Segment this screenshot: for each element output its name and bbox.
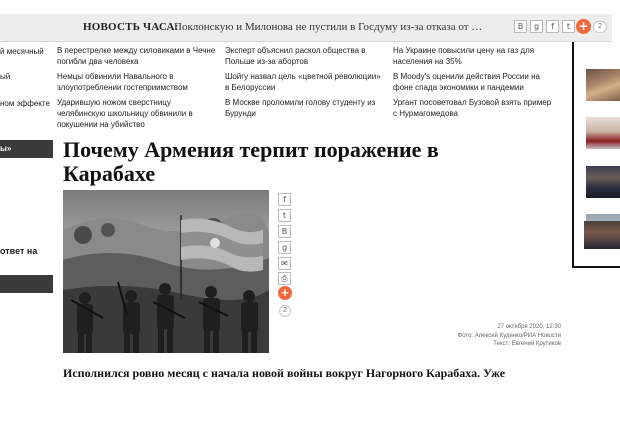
ok-share-icon[interactable]: g bbox=[278, 241, 291, 254]
share-count: 2 bbox=[593, 21, 607, 33]
sidebar-section-footer bbox=[0, 275, 53, 293]
ok-share-icon[interactable]: g bbox=[530, 20, 543, 33]
sidebar-section-header[interactable]: ы» bbox=[0, 140, 53, 158]
article-photo bbox=[63, 190, 269, 353]
article-title: Почему Армения терпит поражение в Караба… bbox=[63, 137, 439, 186]
twitter-share-icon[interactable]: t bbox=[562, 20, 575, 33]
text-credit: Текст: Евгений Крутиков bbox=[493, 341, 561, 347]
breaking-news-label: НОВОСТЬ ЧАСА: bbox=[83, 21, 179, 33]
news-link-cut-1[interactable]: й месячный bbox=[0, 47, 44, 56]
sidebar-thumbnail[interactable] bbox=[586, 166, 620, 198]
news-link[interactable]: На Украине повысили цену на газ для насе… bbox=[393, 45, 553, 67]
sidebar-link-cut[interactable]: ответ на bbox=[0, 246, 37, 256]
more-share-icon[interactable]: + bbox=[576, 19, 591, 34]
photo-credit: Фото: Алексей Куденко/РИА Новости bbox=[457, 333, 561, 339]
twitter-share-icon[interactable]: t bbox=[278, 209, 291, 222]
sidebar-thumbnail[interactable] bbox=[584, 221, 620, 249]
news-link[interactable]: Ударившую ножом сверстницу челябинскую ш… bbox=[57, 97, 217, 130]
news-link[interactable]: Немцы обвинили Навального в злоупотребле… bbox=[57, 71, 217, 93]
print-icon[interactable]: ⎙ bbox=[278, 272, 291, 285]
news-link[interactable]: В Москве проломили голову студенту из Бу… bbox=[225, 97, 385, 119]
sidebar-thumbnail[interactable] bbox=[586, 117, 620, 149]
news-link[interactable]: В перестрелке между силовиками в Чечне п… bbox=[57, 45, 217, 67]
sidebar-section-label: ы» bbox=[0, 144, 12, 153]
news-link-cut-3[interactable]: ном эффекте bbox=[0, 99, 50, 108]
breaking-news-headline[interactable]: Поклонскую и Милонова не пустили в Госду… bbox=[174, 21, 482, 33]
vk-share-icon[interactable]: В bbox=[514, 20, 527, 33]
soldiers-photo-illustration bbox=[63, 212, 269, 353]
news-link[interactable]: В Moody's оценили действия России на фон… bbox=[393, 71, 553, 93]
article-date: 27 октября 2020, 12:30 bbox=[497, 324, 561, 330]
news-link-cut-2[interactable]: ый bbox=[0, 72, 10, 81]
vk-share-icon[interactable]: В bbox=[278, 225, 291, 238]
news-link[interactable]: Ургант посоветовал Бузовой взять пример … bbox=[393, 97, 553, 119]
breaking-news-bar: НОВОСТЬ ЧАСА: Поклонскую и Милонова не п… bbox=[0, 14, 612, 42]
article-lead: Исполнился ровно месяц с начала новой во… bbox=[63, 366, 506, 380]
news-link[interactable]: Шойгу назвал цель «цветной революции» в … bbox=[225, 71, 385, 93]
news-link[interactable]: Эксперт объяснил раскол общества в Польш… bbox=[225, 45, 385, 67]
facebook-share-icon[interactable]: f bbox=[278, 193, 291, 206]
sidebar-thumbnail[interactable] bbox=[586, 69, 620, 101]
more-share-icon[interactable]: + bbox=[278, 286, 292, 300]
email-share-icon[interactable]: ✉ bbox=[278, 257, 291, 270]
facebook-share-icon[interactable]: f bbox=[546, 20, 559, 33]
article-share-count: 2 bbox=[279, 305, 291, 317]
